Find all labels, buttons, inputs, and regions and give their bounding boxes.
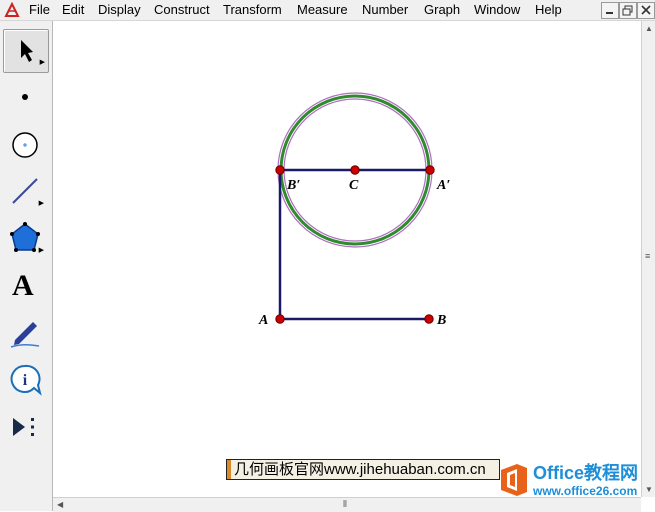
menu-transform[interactable]: Transform — [223, 2, 282, 18]
minimize-button[interactable] — [601, 2, 619, 19]
point-icon — [22, 94, 28, 100]
point-a[interactable] — [275, 314, 285, 324]
office-logo-icon — [501, 464, 527, 496]
custom-tool-icon — [13, 418, 34, 436]
restore-icon — [622, 5, 633, 16]
office-logo-url: www.office26.com — [533, 484, 638, 498]
point-tool[interactable] — [3, 77, 47, 119]
custom-tool[interactable] — [3, 406, 47, 448]
sketch-drawing[interactable]: B′ C A′ A B — [53, 21, 640, 497]
information-icon: i — [10, 364, 42, 396]
office-logo: Office教程网 www.office26.com — [497, 462, 653, 502]
point-a-prime[interactable] — [425, 165, 435, 175]
tool-expand-arrow-icon: ▶ — [38, 200, 44, 207]
sketch-canvas[interactable]: B′ C A′ A B — [53, 21, 640, 497]
menu-construct[interactable]: Construct — [154, 2, 210, 18]
window-controls — [601, 2, 655, 19]
watermark-banner: 几何画板官网www.jihehuaban.com.cn — [226, 459, 500, 480]
menu-edit[interactable]: Edit — [62, 2, 84, 18]
label-a[interactable]: A — [258, 313, 268, 328]
vertical-scrollbar[interactable]: ▲ ≡ ▼ — [641, 21, 655, 497]
text-tool[interactable]: A — [3, 265, 47, 307]
toolbox: ▶ ▶ ▶ A i — [0, 21, 53, 511]
close-button[interactable] — [637, 2, 655, 19]
tool-expand-arrow-icon: ▶ — [39, 59, 45, 66]
menu-graph[interactable]: Graph — [424, 2, 460, 18]
marker-tool[interactable] — [3, 312, 47, 354]
sketchpad-app-icon[interactable] — [4, 2, 20, 18]
arrow-select-tool[interactable]: ▶ — [3, 29, 49, 73]
watermark-text: 几何画板官网www.jihehuaban.com.cn — [234, 461, 486, 478]
compass-circle-icon — [12, 132, 38, 158]
marker-pen-icon — [10, 322, 40, 348]
information-tool[interactable]: i — [3, 359, 47, 401]
scroll-grip-icon[interactable]: ≡ — [645, 251, 650, 261]
close-icon — [641, 5, 651, 15]
label-b[interactable]: B — [436, 313, 446, 328]
point-b-prime[interactable] — [275, 165, 285, 175]
menu-number[interactable]: Number — [362, 2, 408, 18]
watermark-accent — [227, 460, 231, 479]
restore-button[interactable] — [619, 2, 637, 19]
scroll-left-arrow-icon[interactable]: ◀ — [57, 500, 63, 509]
menu-help[interactable]: Help — [535, 2, 562, 18]
straightedge-tool[interactable]: ▶ — [3, 171, 47, 213]
menu-file[interactable]: File — [29, 2, 50, 18]
tool-expand-arrow-icon: ▶ — [38, 247, 44, 254]
point-c[interactable] — [350, 165, 360, 175]
office-logo-brand: Office教程网 — [533, 463, 639, 483]
minimize-icon — [606, 12, 613, 14]
text-tool-icon: A — [12, 269, 34, 302]
menu-measure[interactable]: Measure — [297, 2, 348, 18]
label-a-prime[interactable]: A′ — [436, 178, 450, 193]
menu-window[interactable]: Window — [474, 2, 520, 18]
menu-bar: File Edit Display Construct Transform Me… — [0, 0, 655, 21]
point-b[interactable] — [424, 314, 434, 324]
menu-display[interactable]: Display — [98, 2, 141, 18]
label-c[interactable]: C — [349, 178, 359, 193]
horizontal-scroll-grip-icon[interactable]: ⦀ — [343, 499, 347, 510]
scroll-up-arrow-icon[interactable]: ▲ — [645, 24, 653, 33]
svg-text:i: i — [23, 372, 28, 389]
label-b-prime[interactable]: B′ — [286, 178, 300, 193]
compass-tool[interactable] — [3, 124, 47, 166]
polygon-tool[interactable]: ▶ — [3, 218, 47, 260]
